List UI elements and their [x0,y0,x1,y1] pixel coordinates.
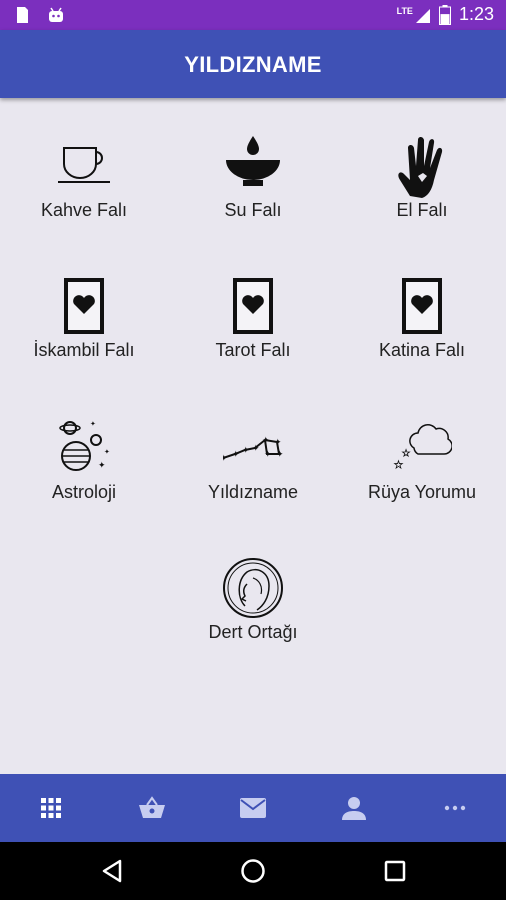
svg-text:★: ★ [402,448,410,458]
back-icon [102,859,122,883]
sd-card-icon [17,7,28,23]
coffee-cup-icon [58,147,110,183]
svg-text:✦: ✦ [274,437,282,447]
hand-icon [398,137,443,198]
home-button[interactable] [203,842,303,900]
heart-card-icon [64,278,104,334]
bottom-nav [0,774,506,842]
svg-text:✦: ✦ [276,449,283,459]
menu-item-label: Su Falı [224,200,282,220]
water-bowl-icon [226,136,280,186]
svg-text:★: ★ [394,460,403,471]
woman-face-icon [223,558,283,618]
heart-card-icon [402,278,442,334]
recents-button[interactable] [345,842,445,900]
network-label: LTE [396,5,413,16]
mail-icon [239,798,266,818]
dream-cloud-icon: ★ ★ [394,424,452,471]
menu-item-yildizname[interactable]: ✦ ✦ ✦ ✦ ✦ ✦ ✦ ✦ Yıldızname [169,418,337,548]
svg-text:✦: ✦ [264,449,272,459]
grid-icon [40,798,61,818]
heart-card-icon [233,278,273,334]
menu-item-ruya[interactable]: ★ ★ Rüya Yorumu [338,418,506,548]
menu-item-label: Kahve Falı [40,200,128,220]
menu-item-iskambil[interactable]: İskambil Falı [0,276,168,406]
system-nav-bar [0,842,506,900]
planets-icon: ✦ ✦ ✦ [59,420,110,471]
nav-basket[interactable] [101,774,202,842]
menu-item-label: Rüya Yorumu [367,482,477,502]
svg-text:✦: ✦ [90,420,96,428]
constellation-icon: ✦ ✦ ✦ ✦✦ ✦✦✦ [223,435,283,463]
svg-text:✦: ✦ [242,445,250,455]
menu-item-label: Astroloji [51,482,117,502]
menu-item-label: El Falı [396,200,448,220]
svg-text:✦: ✦ [104,448,110,456]
menu-item-tarot[interactable]: Tarot Falı [169,276,337,406]
menu-item-label: Dert Ortağı [208,622,298,642]
nav-profile[interactable] [303,774,404,842]
android-icon [49,7,63,22]
svg-text:✦: ✦ [262,435,270,445]
menu-item-su[interactable]: Su Falı [169,136,337,266]
battery-icon [438,4,451,25]
more-icon [444,805,465,811]
home-icon [241,859,265,883]
menu-item-label: Katina Falı [378,340,466,360]
menu-item-dert-ortagi[interactable]: Dert Ortağı [169,558,337,688]
menu-item-label: Tarot Falı [215,340,291,360]
menu-item-label: Yıldızname [207,482,299,502]
menu-item-katina[interactable]: Katina Falı [338,276,506,406]
nav-mail[interactable] [202,774,303,842]
signal-icon [415,8,430,23]
svg-text:✦: ✦ [232,449,240,459]
basket-icon [138,796,165,818]
app-bar: YILDIZNAME [0,30,506,98]
menu-item-kahve[interactable]: Kahve Falı [0,136,168,266]
nav-more[interactable] [404,774,505,842]
person-icon [341,797,366,820]
nav-grid[interactable] [0,774,101,842]
menu-item-label: İskambil Falı [33,340,135,360]
svg-text:✦: ✦ [98,460,106,470]
menu-item-astroloji[interactable]: ✦ ✦ ✦ Astroloji [0,418,168,548]
clock: 1:23 [458,4,494,24]
menu-item-el[interactable]: El Falı [338,136,506,266]
svg-text:✦: ✦ [252,443,260,453]
svg-text:✦: ✦ [223,453,228,463]
status-bar: LTE 1:23 [0,0,506,30]
recents-icon [384,860,406,882]
page-title: YILDIZNAME [184,52,322,77]
back-button[interactable] [62,842,162,900]
